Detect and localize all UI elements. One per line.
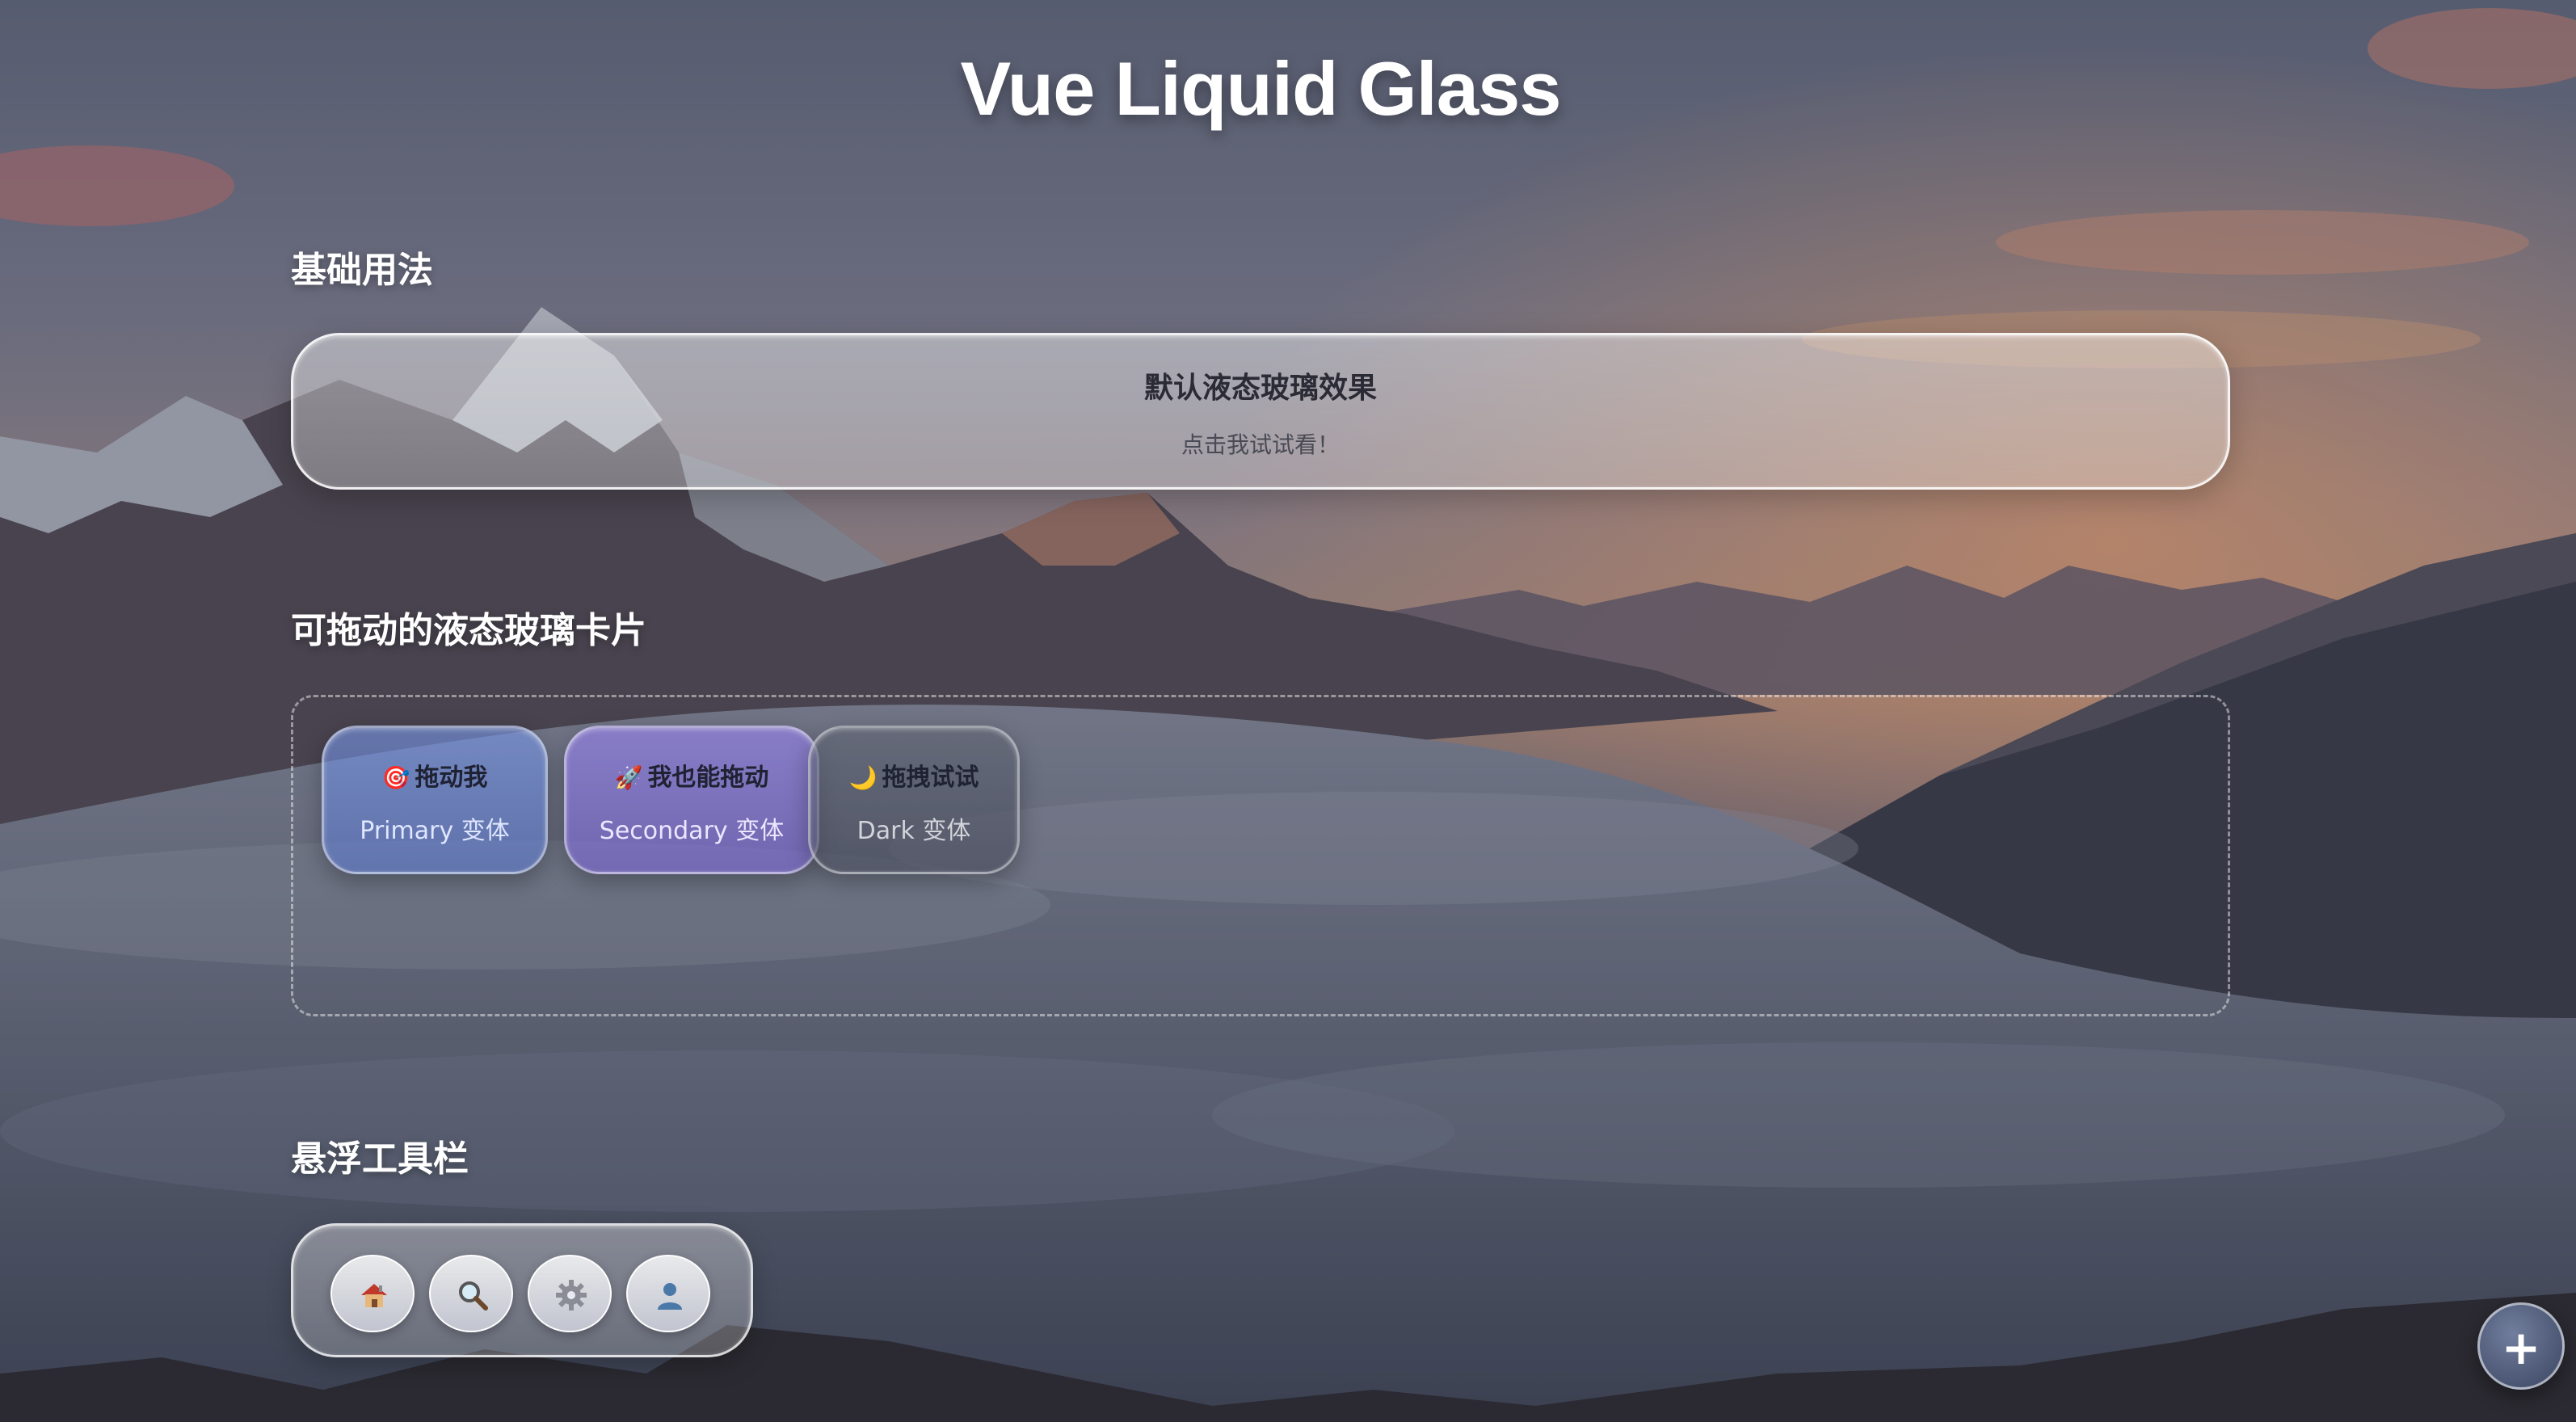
draggable-card-primary[interactable]: 🎯 拖动我 Primary 变体	[322, 726, 548, 874]
card-subtitle: 点击我试试看！	[1181, 431, 1340, 458]
draggable-card-title: 🎯 拖动我	[381, 764, 488, 792]
toolbar-search-button[interactable]	[429, 1255, 513, 1332]
draggable-card-subtitle: Dark 变体	[857, 817, 971, 845]
draggable-card-subtitle: Secondary 变体	[599, 817, 785, 845]
floating-add-button[interactable]: +	[2477, 1302, 2565, 1390]
target-icon: 🎯	[381, 764, 410, 791]
search-icon	[459, 1281, 488, 1311]
plus-icon: +	[2501, 1320, 2541, 1375]
toolbar-settings-button[interactable]	[528, 1255, 612, 1332]
page-title: Vue Liquid Glass	[960, 46, 1561, 131]
section-heading-basic: 基础用法	[291, 250, 433, 291]
default-glass-card[interactable]: 默认液态玻璃效果 点击我试试看！	[291, 333, 2230, 490]
draggable-card-subtitle: Primary 变体	[360, 817, 510, 845]
toolbar-home-button[interactable]	[330, 1255, 415, 1332]
card-title: 默认液态玻璃效果	[1143, 372, 1377, 405]
home-icon	[361, 1284, 387, 1307]
draggable-card-dark[interactable]: 🌙 拖拽试试 Dark 变体	[808, 726, 1020, 874]
user-icon	[658, 1283, 682, 1310]
draggable-card-title: 🌙 拖拽试试	[848, 764, 979, 792]
moon-icon: 🌙	[848, 764, 878, 791]
gear-icon	[556, 1280, 587, 1311]
toolbar-user-button[interactable]	[626, 1255, 710, 1332]
section-heading-toolbar: 悬浮工具栏	[291, 1138, 469, 1180]
section-heading-draggable: 可拖动的液态玻璃卡片	[291, 610, 646, 651]
draggable-card-title: 🚀 我也能拖动	[614, 764, 769, 792]
rocket-icon: 🚀	[614, 764, 643, 791]
floating-toolbar	[291, 1223, 753, 1357]
draggable-card-secondary[interactable]: 🚀 我也能拖动 Secondary 变体	[564, 726, 819, 874]
